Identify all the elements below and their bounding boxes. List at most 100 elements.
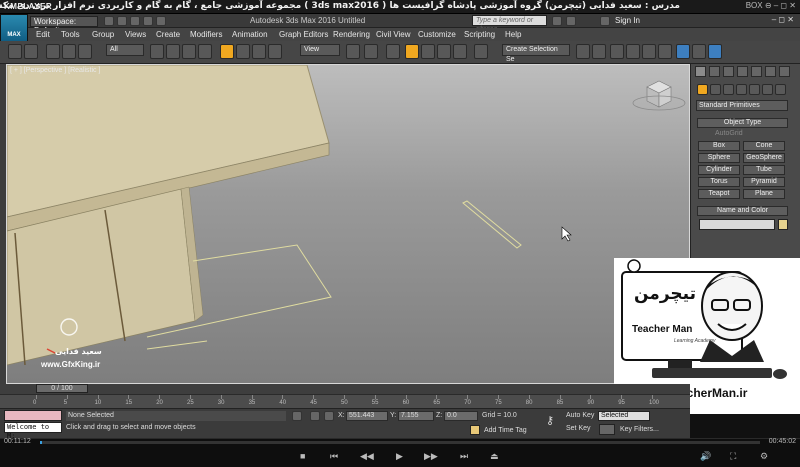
kmplayer-window-controls[interactable]: BOX ⊖ ‒ ◻ ✕ [746,1,796,10]
sphere-button[interactable]: Sphere [698,153,740,163]
cone-button[interactable]: Cone [743,141,785,151]
set-key-icon[interactable]: ⚷ [546,414,554,427]
key-filters-icon[interactable] [599,424,615,435]
rectangular-selection-icon[interactable] [182,44,196,59]
x-coordinate-field[interactable]: 551.443 [346,411,388,421]
create-tab-icon[interactable] [695,66,706,77]
redo-icon[interactable] [156,16,166,26]
menu-civil-view[interactable]: Civil View [376,30,411,39]
save-file-icon[interactable] [130,16,140,26]
curve-editor-icon[interactable] [626,44,640,59]
absolute-transform-icon[interactable] [324,411,334,421]
object-name-field[interactable] [699,219,775,230]
tube-button[interactable]: Tube [743,165,785,175]
undo-toolbar-icon[interactable] [8,44,22,59]
modify-tab-icon[interactable] [709,66,720,77]
z-coordinate-field[interactable]: 0.0 [444,411,478,421]
mirror-icon[interactable] [576,44,590,59]
undo-icon[interactable] [143,16,153,26]
systems-icon[interactable] [775,84,786,95]
eject-icon[interactable]: ⏏ [490,451,499,462]
reference-coordinate-dropdown[interactable]: View [300,44,340,56]
named-selection-set-dropdown[interactable]: Create Selection Se [502,44,570,63]
time-tag-icon[interactable] [470,425,480,435]
lights-icon[interactable] [723,84,734,95]
select-and-move-icon[interactable] [220,44,234,59]
select-object-icon[interactable] [150,44,164,59]
viewcube-icon[interactable] [632,80,686,111]
stop-icon[interactable]: ■ [300,451,305,461]
key-filters-button[interactable]: Key Filters... [620,425,664,435]
render-setup-icon[interactable] [676,44,690,59]
isolate-selection-icon[interactable] [310,411,320,421]
pyramid-button[interactable]: Pyramid [743,177,785,187]
settings-icon[interactable]: ⚙ [760,451,768,462]
subscription-icon[interactable] [566,16,576,26]
search-icon[interactable] [552,16,562,26]
rewind-icon[interactable]: ◀◀ [360,451,374,462]
extra-tab-icon[interactable] [779,66,790,77]
autogrid-checkbox[interactable]: AutoGrid [715,130,743,137]
box-button[interactable]: Box [698,141,740,151]
keyword-search-input[interactable]: Type a keyword or phrase [472,15,547,33]
space-warps-icon[interactable] [762,84,773,95]
spinner-snap-icon[interactable] [453,44,467,59]
set-key-button[interactable]: Set Key [566,424,596,434]
menu-group[interactable]: Group [92,30,114,39]
keyboard-shortcut-override-icon[interactable] [386,44,400,59]
select-manipulate-icon[interactable] [364,44,378,59]
user-icon[interactable] [600,16,610,26]
angle-snap-icon[interactable] [421,44,435,59]
geometry-icon[interactable] [697,84,708,95]
max-window-buttons[interactable]: ‒ ◻ ✕ [772,15,794,24]
maxscript-mini-listener[interactable]: Welcome to M: [4,422,62,440]
name-and-color-rollout[interactable]: Name and Color [697,206,788,216]
shapes-icon[interactable] [710,84,721,95]
material-editor-icon[interactable] [658,44,672,59]
cameras-icon[interactable] [736,84,747,95]
schematic-view-icon[interactable] [642,44,656,59]
percent-snap-icon[interactable] [437,44,451,59]
rendered-frame-window-icon[interactable] [692,44,706,59]
menu-customize[interactable]: Customize [418,30,456,39]
align-icon[interactable] [592,44,606,59]
select-and-place-icon[interactable] [268,44,282,59]
maxscript-listener-output[interactable] [4,410,62,421]
scene-explorer-icon[interactable] [610,44,624,59]
utilities-tab-icon[interactable] [765,66,776,77]
open-file-icon[interactable] [117,16,127,26]
teapot-button[interactable]: Teapot [698,189,740,199]
helpers-icon[interactable] [749,84,760,95]
select-by-name-icon[interactable] [166,44,180,59]
torus-button[interactable]: Torus [698,177,740,187]
menu-help[interactable]: Help [505,30,521,39]
display-tab-icon[interactable] [751,66,762,77]
menu-views[interactable]: Views [125,30,146,39]
menu-graph-editors[interactable]: Graph Editors [279,30,328,39]
object-type-rollout[interactable]: Object Type [697,118,788,128]
bind-space-warp-icon[interactable] [78,44,92,59]
redo-toolbar-icon[interactable] [24,44,38,59]
hierarchy-tab-icon[interactable] [723,66,734,77]
add-time-tag-button[interactable]: Add Time Tag [484,427,527,434]
sign-in-button[interactable]: Sign In [615,16,640,25]
selection-filter-dropdown[interactable]: All [106,44,144,56]
render-production-icon[interactable] [708,44,722,59]
pivot-center-icon[interactable] [346,44,360,59]
primitive-type-dropdown[interactable]: Standard Primitives [696,100,788,111]
unlink-icon[interactable] [62,44,76,59]
select-and-scale-icon[interactable] [252,44,266,59]
link-icon[interactable] [46,44,60,59]
menu-edit[interactable]: Edit [36,30,50,39]
viewport-label[interactable]: [ + ] [Perspective ] [Realistic ] [10,67,100,74]
menu-modifiers[interactable]: Modifiers [190,30,222,39]
forward-icon[interactable]: ▶▶ [424,451,438,462]
snaps-toggle-icon[interactable] [405,44,419,59]
playback-progress-bar[interactable] [40,441,760,444]
select-and-rotate-icon[interactable] [236,44,250,59]
cylinder-button[interactable]: Cylinder [698,165,740,175]
menu-animation[interactable]: Animation [232,30,268,39]
menu-tools[interactable]: Tools [61,30,80,39]
edit-named-selection-icon[interactable] [474,44,488,59]
workspace-dropdown[interactable]: Workspace: Default [30,16,98,35]
